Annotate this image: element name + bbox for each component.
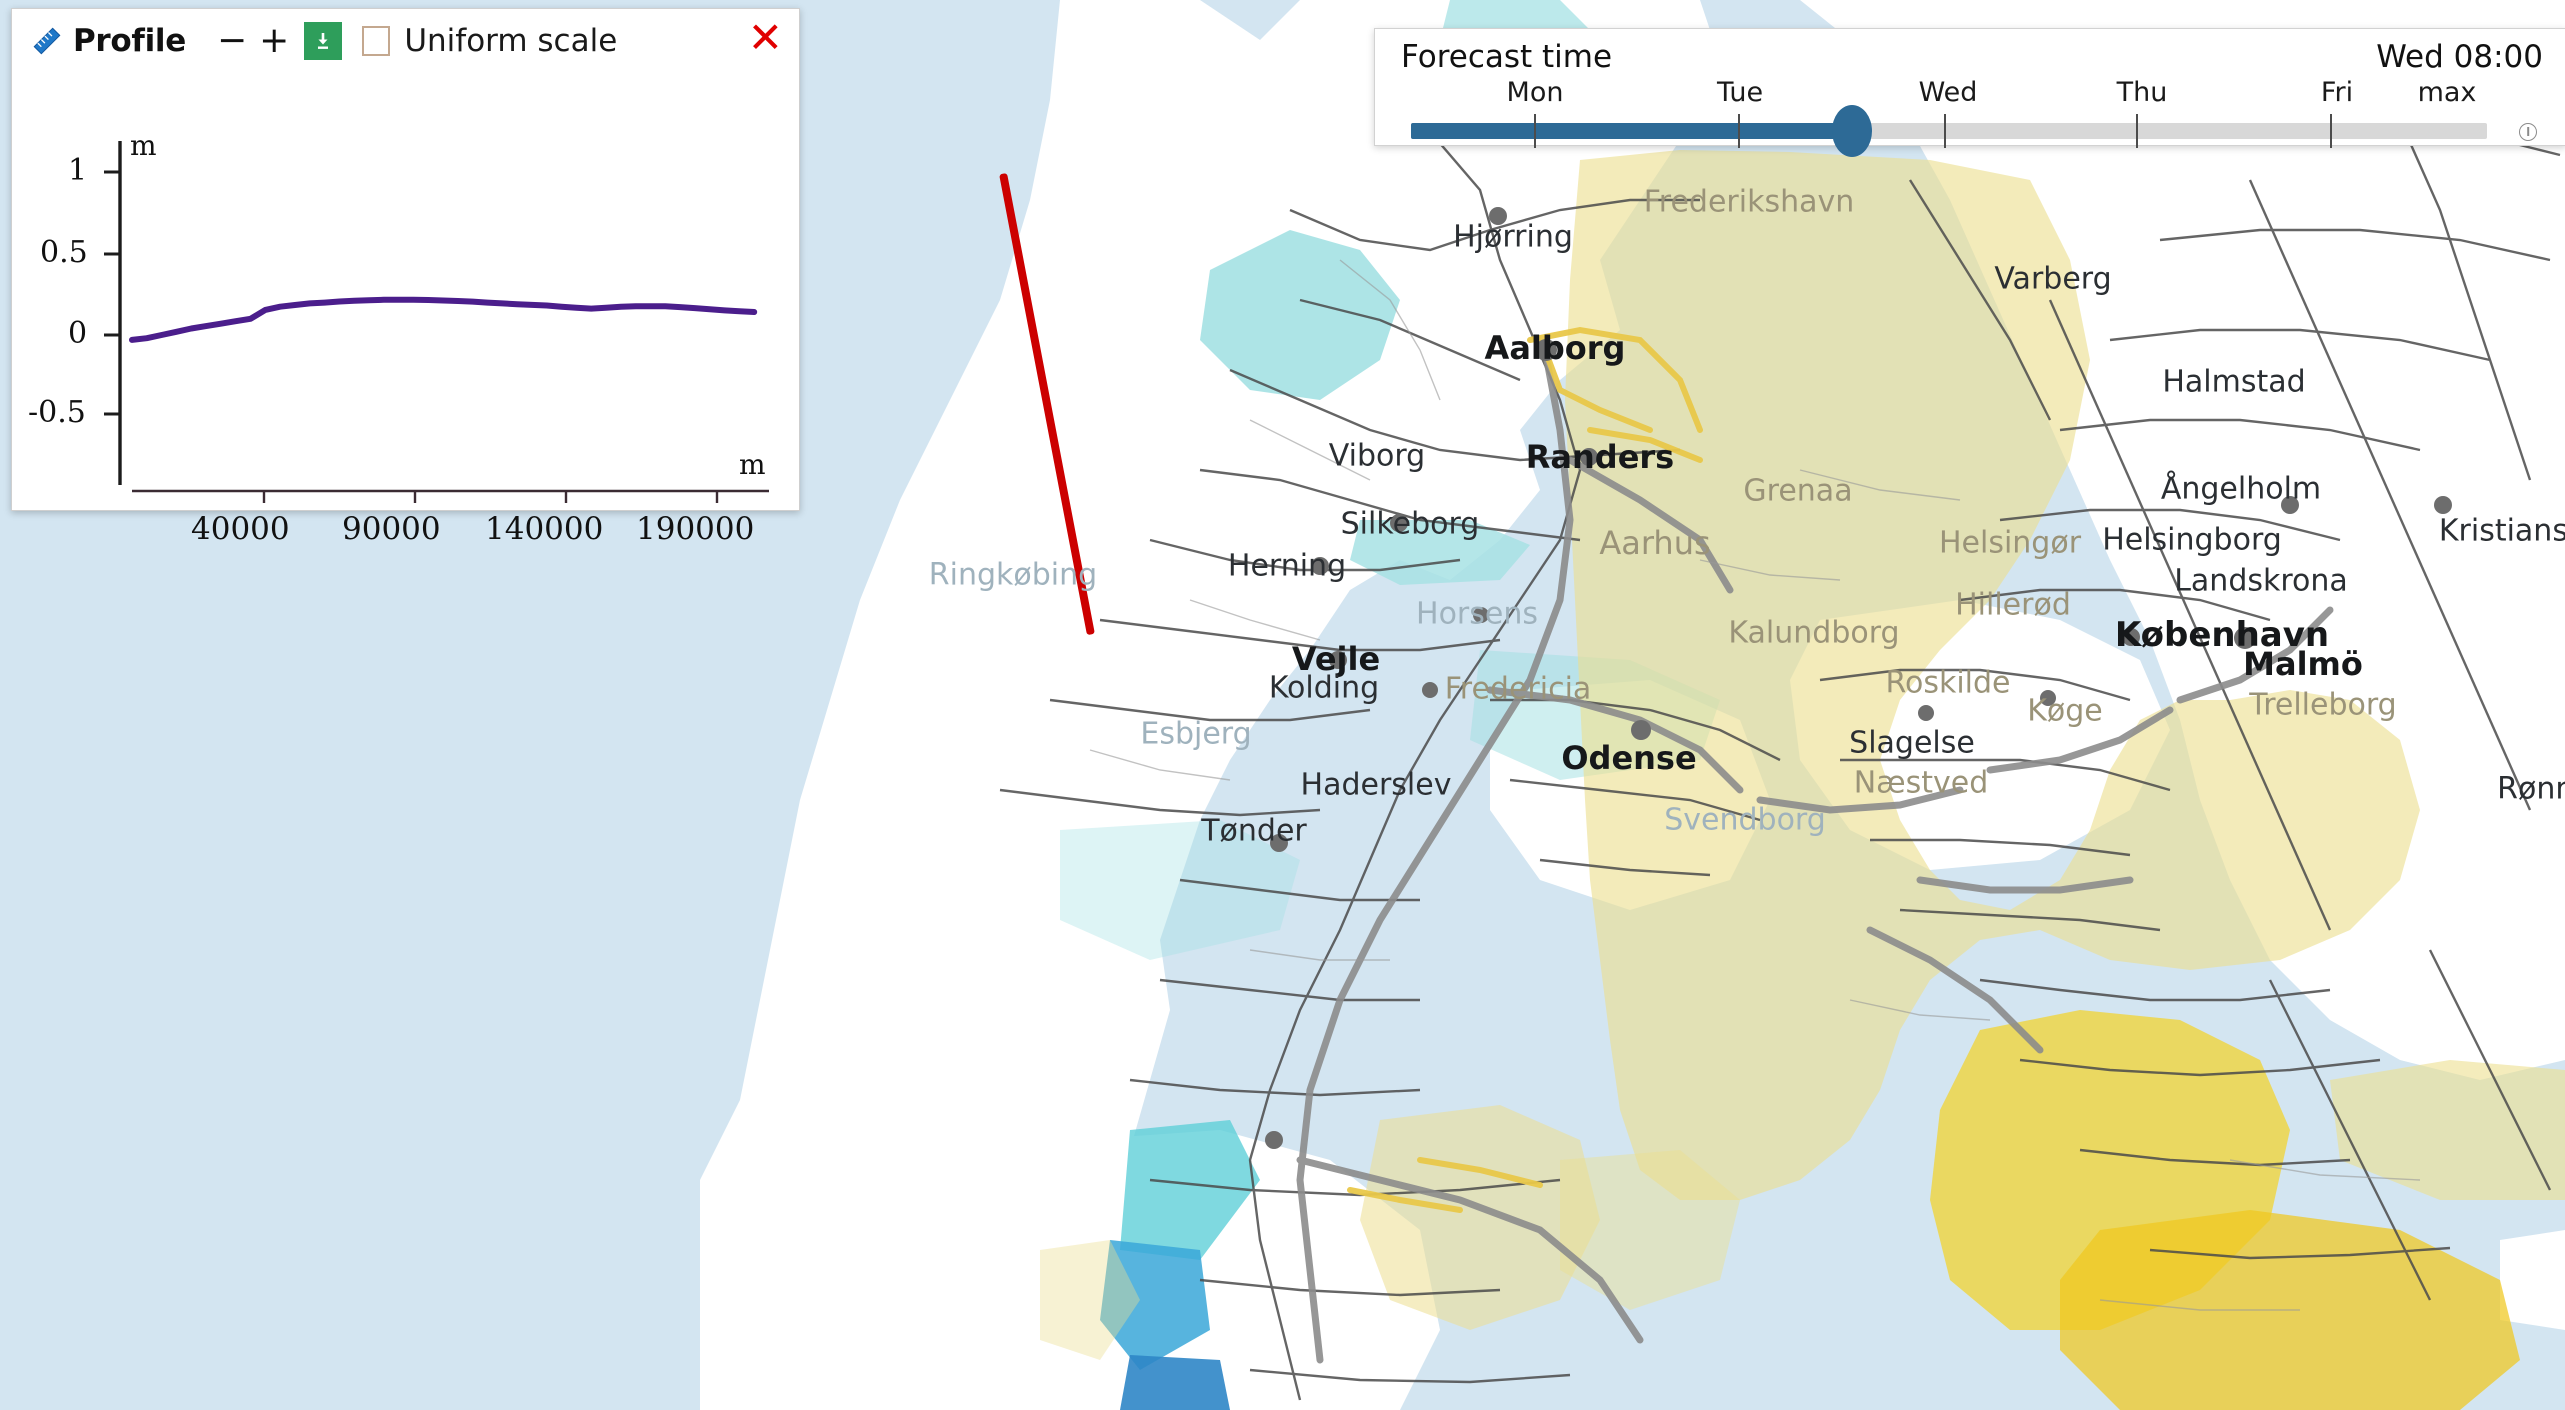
forecast-time-panel: Forecast time Wed 08:00 Mon Tue Wed Thu … <box>1374 28 2565 157</box>
y-axis-unit: m <box>130 129 157 162</box>
x-tick-40000: 40000 <box>191 511 290 547</box>
clock-icon[interactable] <box>2519 123 2537 141</box>
slider-track[interactable] <box>1411 105 2487 157</box>
profile-chart: m m 1 0.5 0 -0.5 40000 90000 140000 1900… <box>12 73 801 547</box>
y-tick-neg0-5: -0.5 <box>28 395 86 430</box>
forecast-current-value: Wed 08:00 <box>2376 39 2543 75</box>
slider-notch-thu <box>2136 114 2139 148</box>
uniform-scale-label: Uniform scale <box>404 23 618 59</box>
forecast-slider[interactable] <box>1375 105 2565 157</box>
profile-toolbar: Profile − + Uniform scale ✕ <box>12 9 799 73</box>
x-tick-140000: 140000 <box>485 511 604 547</box>
uniform-scale-checkbox[interactable] <box>362 26 391 56</box>
forecast-header: Forecast time Wed 08:00 <box>1375 29 2565 75</box>
profile-panel: Profile − + Uniform scale ✕ m m 1 0.5 0 … <box>11 8 801 547</box>
zoom-in-button[interactable]: + <box>256 23 292 59</box>
tick-label-tue: Tue <box>1716 77 1764 108</box>
app-root: Frederikshavn Hjørring Varberg Aalborg Halms… <box>0 0 2565 1410</box>
close-button[interactable]: ✕ <box>748 17 783 59</box>
tick-label-fri: Fri <box>2320 77 2354 108</box>
ruler-icon <box>30 24 64 58</box>
x-tick-190000: 190000 <box>636 511 755 547</box>
slider-filled-range <box>1411 123 1853 139</box>
x-axis-unit: m <box>739 448 766 481</box>
download-icon <box>318 33 329 49</box>
tick-label-max: max <box>2417 77 2477 108</box>
y-tick-0-5: 0.5 <box>40 235 88 270</box>
slider-notch-wed <box>1943 114 1946 148</box>
y-tick-1: 1 <box>68 153 88 188</box>
x-tick-90000: 90000 <box>342 511 441 547</box>
forecast-tick-labels: Mon Tue Wed Thu Fri max <box>1375 77 2565 108</box>
tick-label-thu: Thu <box>2116 77 2168 108</box>
y-tick-0: 0 <box>68 316 88 351</box>
profile-series-line <box>129 296 758 343</box>
slider-notch-tue <box>1738 114 1741 148</box>
slider-notch-mon <box>1533 114 1536 148</box>
slider-notch-fri <box>2329 114 2332 148</box>
tick-label-mon: Mon <box>1506 77 1564 108</box>
forecast-title: Forecast time <box>1401 39 1613 75</box>
download-button[interactable] <box>304 22 343 60</box>
tick-label-wed: Wed <box>1918 77 1978 108</box>
slider-thumb[interactable] <box>1832 105 1873 157</box>
panel-title: Profile <box>73 23 186 59</box>
zoom-out-button[interactable]: − <box>214 23 250 59</box>
